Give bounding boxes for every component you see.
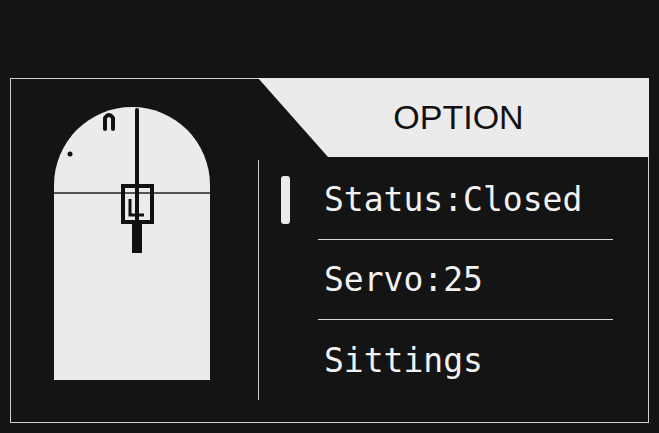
screen: OPTION Status:ClosedServo:25Sittings — [0, 0, 659, 433]
door-area — [11, 79, 258, 422]
header-title: OPTION — [393, 98, 523, 137]
door-icon — [54, 107, 210, 380]
option-header: OPTION — [258, 78, 649, 157]
menu-item[interactable]: Status:Closed — [259, 160, 648, 240]
menu-item-label: Sittings — [318, 320, 613, 400]
menu-item-label: Status:Closed — [318, 160, 613, 240]
menu-list: Status:ClosedServo:25Sittings — [258, 160, 648, 400]
selection-marker — [281, 176, 290, 224]
option-column: OPTION Status:ClosedServo:25Sittings — [258, 79, 648, 422]
menu-item[interactable]: Sittings — [259, 320, 648, 400]
option-panel: OPTION Status:ClosedServo:25Sittings — [10, 78, 649, 423]
menu-item[interactable]: Servo:25 — [259, 240, 648, 320]
menu-item-label: Servo:25 — [318, 240, 613, 320]
